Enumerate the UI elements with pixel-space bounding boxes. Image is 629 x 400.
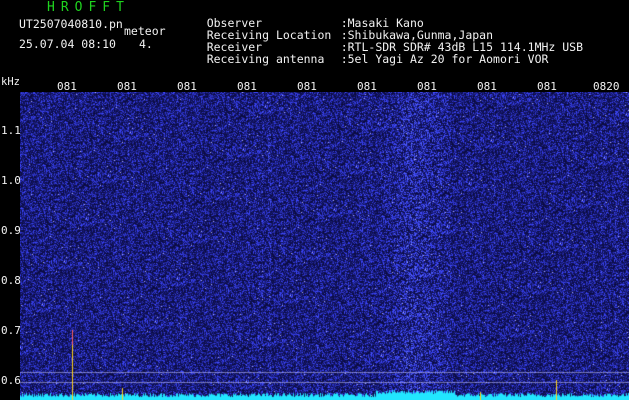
info-value: :5el Yagi Az 20 for Aomori VOR xyxy=(340,52,549,66)
time-label: 081 xyxy=(417,80,437,93)
time-label: 081 xyxy=(117,80,137,93)
freq-tick: 1.0 xyxy=(1,174,21,187)
freq-tick: 1.1 xyxy=(1,124,21,137)
freq-tick: 0.6 xyxy=(1,374,21,387)
time-label: 081 xyxy=(237,80,257,93)
filename-label: UT2507040810.pn xyxy=(19,17,123,31)
info-label: Receiving antenna xyxy=(206,52,325,66)
freq-tick: 0.7 xyxy=(1,324,21,337)
time-label: 081 xyxy=(357,80,377,93)
hrofft-logo: HROFFT xyxy=(47,0,130,15)
time-label: 081 xyxy=(177,80,197,93)
spectrogram-canvas xyxy=(20,92,629,400)
meteor-label: meteor xyxy=(124,24,166,38)
time-label: 081 xyxy=(57,80,77,93)
freq-tick: 0.9 xyxy=(1,224,21,237)
freq-tick: 0.8 xyxy=(1,274,21,287)
axis-strip xyxy=(0,92,20,400)
time-label: 081 xyxy=(537,80,557,93)
meteor-count: 4. xyxy=(139,37,153,51)
freq-unit-label: kHz xyxy=(1,76,20,88)
time-label: 081 xyxy=(477,80,497,93)
time-label: 0820 xyxy=(593,80,620,93)
info-antenna: Receiving antenna :5el Yagi Az 20 for Aom… xyxy=(179,41,549,77)
header-panel: HROFFT UT2507040810.pn meteor 25.07.04 0… xyxy=(0,0,629,76)
datetime-label: 25.07.04 08:10 xyxy=(19,37,116,51)
time-label: 081 xyxy=(297,80,317,93)
